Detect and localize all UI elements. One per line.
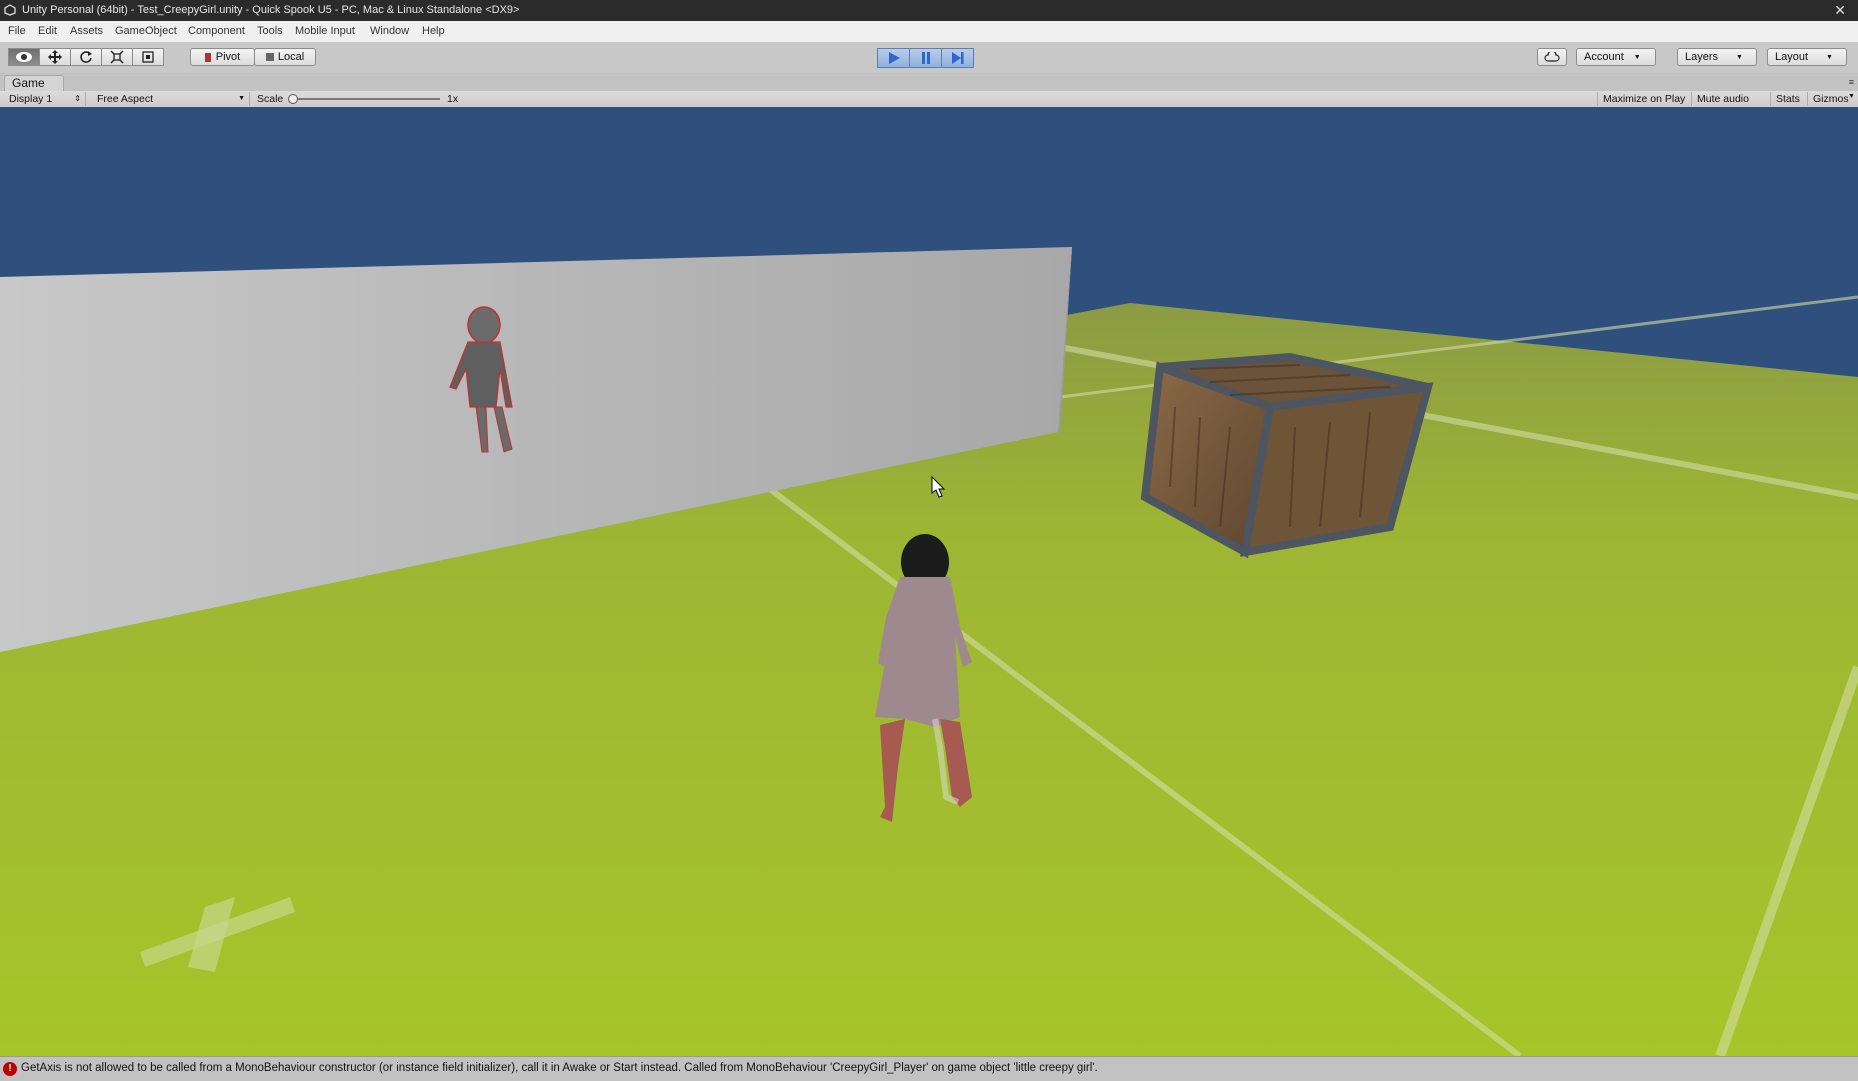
- pivot-label: Pivot: [215, 51, 241, 63]
- dropdown-arrow-icon: ▼: [1826, 53, 1833, 61]
- dropdown-arrow-icon: ▼: [1633, 53, 1641, 61]
- gizmos-toggle[interactable]: Gizmos: [1807, 92, 1854, 106]
- layers-dropdown[interactable]: Layers ▼: [1677, 48, 1757, 66]
- layers-label: Layers: [1685, 51, 1719, 63]
- local-toggle[interactable]: Local: [254, 48, 316, 66]
- aspect-label: Free Aspect: [97, 93, 154, 105]
- rotate-icon: [80, 51, 92, 63]
- game-viewport[interactable]: [0, 107, 1858, 1056]
- menu-bar: File Edit Assets GameObject Component To…: [0, 21, 1858, 43]
- display-select[interactable]: Display 1 ⇕: [4, 92, 86, 106]
- pause-button[interactable]: [909, 48, 942, 68]
- unity-logo-icon: [4, 4, 16, 16]
- layout-dropdown[interactable]: Layout ▼: [1767, 48, 1847, 66]
- move-tool-button[interactable]: [39, 48, 71, 66]
- step-icon: [951, 52, 963, 64]
- aspect-select[interactable]: Free Aspect ▼: [92, 92, 250, 106]
- scale-icon: [110, 50, 124, 64]
- hand-tool-button[interactable]: [8, 48, 40, 66]
- cloud-icon: [1544, 52, 1560, 62]
- display-label: Display 1: [9, 93, 53, 105]
- game-tab-label: Game: [12, 76, 45, 90]
- mute-audio-toggle[interactable]: Mute audio: [1691, 92, 1754, 106]
- rotate-tool-button[interactable]: [70, 48, 102, 66]
- pause-icon: [921, 52, 930, 64]
- window-titlebar: Unity Personal (64bit) - Test_CreepyGirl…: [0, 0, 1858, 21]
- maximize-on-play-toggle[interactable]: Maximize on Play: [1597, 92, 1690, 106]
- panel-menu-icon[interactable]: ≡: [1849, 77, 1854, 87]
- menu-mobile-input[interactable]: Mobile Input: [295, 25, 355, 37]
- layout-label: Layout: [1775, 51, 1809, 63]
- close-window-button[interactable]: ✕: [1834, 2, 1846, 19]
- dropdown-arrow-icon: ▼: [238, 95, 245, 102]
- play-button[interactable]: [877, 48, 910, 68]
- main-toolbar: Pivot Local Account ▼ Layers ▼ Layout ▼: [0, 42, 1858, 74]
- dropdown-arrow-icon[interactable]: ▼: [1848, 93, 1855, 100]
- scale-label: Scale: [257, 93, 284, 105]
- menu-window[interactable]: Window: [370, 25, 409, 37]
- rect-tool-icon: [142, 51, 154, 63]
- scale-tool-button[interactable]: [101, 48, 133, 66]
- updown-arrow-icon: ⇕: [74, 94, 81, 103]
- menu-help[interactable]: Help: [422, 25, 445, 37]
- wooden-crate: [1140, 352, 1434, 559]
- menu-edit[interactable]: Edit: [38, 25, 57, 37]
- scale-slider-thumb[interactable]: [288, 94, 298, 104]
- scene-render: [0, 107, 1858, 1056]
- account-label: Account: [1584, 51, 1624, 63]
- transform-tools: [8, 48, 164, 66]
- menu-tools[interactable]: Tools: [257, 25, 283, 37]
- scale-value: 1x: [447, 93, 459, 105]
- game-view-toolbar: Display 1 ⇕ Free Aspect ▼ Scale 1x Maximiz…: [0, 91, 1858, 108]
- menu-file[interactable]: File: [8, 25, 26, 37]
- console-status-bar[interactable]: ! GetAxis is not allowed to be called fr…: [0, 1056, 1858, 1081]
- pivot-toggle[interactable]: Pivot: [190, 48, 255, 66]
- window-title: Unity Personal (64bit) - Test_CreepyGirl…: [22, 4, 520, 16]
- cube-icon: [265, 53, 274, 61]
- error-icon: !: [3, 1062, 17, 1076]
- panel-tab-row: Game ≡: [0, 73, 1858, 91]
- cloud-button[interactable]: [1537, 48, 1567, 66]
- move-icon: [48, 50, 62, 64]
- play-icon: [888, 52, 900, 64]
- tab-game[interactable]: Game: [4, 75, 64, 91]
- pivot-icon: [204, 52, 211, 62]
- local-label: Local: [277, 51, 305, 63]
- scale-slider[interactable]: [288, 94, 440, 104]
- status-message: GetAxis is not allowed to be called from…: [21, 1062, 1098, 1074]
- playback-controls: [877, 48, 974, 68]
- account-dropdown[interactable]: Account ▼: [1576, 48, 1656, 66]
- dropdown-arrow-icon: ▼: [1736, 53, 1743, 61]
- stats-toggle[interactable]: Stats: [1770, 92, 1805, 106]
- hand-icon: [16, 52, 32, 62]
- step-button[interactable]: [941, 48, 974, 68]
- menu-component[interactable]: Component: [188, 25, 245, 37]
- menu-gameobject[interactable]: GameObject: [115, 25, 177, 37]
- rect-tool-button[interactable]: [132, 48, 164, 66]
- menu-assets[interactable]: Assets: [70, 25, 103, 37]
